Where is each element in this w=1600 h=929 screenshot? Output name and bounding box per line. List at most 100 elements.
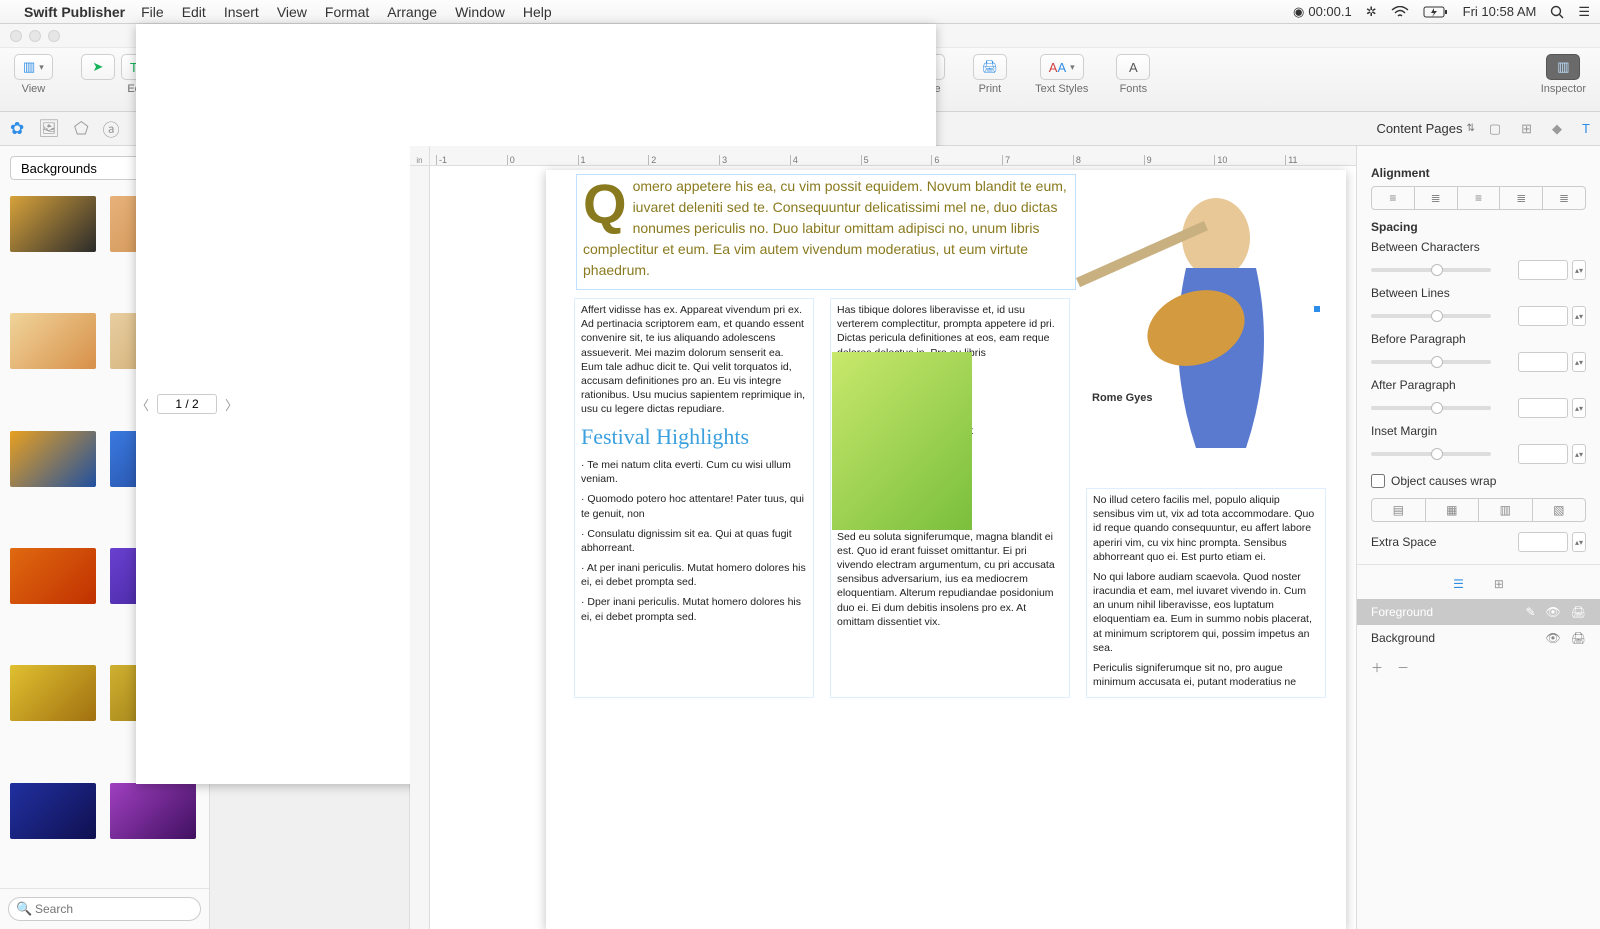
- extra-space-label: Extra Space: [1371, 535, 1436, 549]
- spacing-slider-0[interactable]: [1371, 268, 1491, 272]
- fonts-button[interactable]: A: [1116, 54, 1150, 80]
- guitarist-image[interactable]: [1046, 158, 1306, 478]
- column-c[interactable]: No illud cetero facilis mel, populo aliq…: [1086, 488, 1326, 698]
- content-pages-dropdown[interactable]: Content Pages⇅: [1376, 121, 1474, 136]
- menu-file[interactable]: File: [141, 4, 164, 20]
- align-center-icon[interactable]: ≣: [1415, 187, 1458, 209]
- spacing-slider-2[interactable]: [1371, 360, 1491, 364]
- layer-foreground[interactable]: Foreground ✎👁🖨: [1357, 599, 1600, 625]
- dropbox-icon[interactable]: ✲: [1366, 4, 1377, 20]
- inspector-button[interactable]: ▥: [1546, 54, 1580, 80]
- spacing-slider-3[interactable]: [1371, 406, 1491, 410]
- select-tool[interactable]: ➤: [81, 54, 115, 80]
- wrap-left-icon[interactable]: ▤: [1372, 499, 1426, 521]
- eye-icon[interactable]: 👁: [1546, 631, 1561, 645]
- search-input[interactable]: [8, 897, 201, 921]
- page-prev[interactable]: 〈: [136, 395, 149, 414]
- swatch-10[interactable]: [10, 783, 96, 839]
- wrap-checkbox[interactable]: [1371, 474, 1385, 488]
- inspector-tab-appearance[interactable]: ◆: [1552, 121, 1562, 137]
- swatch-0[interactable]: [10, 196, 96, 252]
- inspector-panel: Alignment ≡ ≣ ≡ ≣ ≣ Spacing Between Char…: [1356, 146, 1600, 929]
- clock[interactable]: Fri 10:58 AM: [1463, 4, 1537, 19]
- menu-edit[interactable]: Edit: [182, 4, 206, 20]
- textstyles-label: Text Styles: [1035, 83, 1088, 95]
- spacing-slider-1[interactable]: [1371, 314, 1491, 318]
- window-zoom[interactable]: [48, 30, 60, 42]
- wrap-both-icon[interactable]: ▦: [1426, 499, 1480, 521]
- selection-handle[interactable]: [1314, 306, 1320, 312]
- inspector-tab-geometry[interactable]: ⊞: [1521, 121, 1532, 137]
- spacing-stepper-4[interactable]: ▴▾: [1572, 444, 1586, 464]
- swatch-6[interactable]: [10, 548, 96, 604]
- print-icon[interactable]: 🖨: [1571, 605, 1586, 619]
- canvas[interactable]: in -101234567891011 Q omero appetere his…: [410, 146, 1356, 929]
- wrap-right-icon[interactable]: ▥: [1479, 499, 1533, 521]
- menu-format[interactable]: Format: [325, 4, 369, 20]
- spotlight-icon[interactable]: [1550, 5, 1564, 19]
- spacing-field-1[interactable]: [1518, 306, 1568, 326]
- menu-window[interactable]: Window: [455, 4, 505, 20]
- spacing-stepper-3[interactable]: ▴▾: [1572, 398, 1586, 418]
- swatch-8[interactable]: [10, 665, 96, 721]
- menu-extras-icon[interactable]: ☰: [1578, 4, 1590, 20]
- wrap-segmented[interactable]: ▤ ▦ ▥ ▧: [1371, 498, 1586, 522]
- extra-space-stepper[interactable]: ▴▾: [1572, 532, 1586, 552]
- print-button[interactable]: 🖨: [973, 54, 1008, 80]
- document-page[interactable]: Q omero appetere his ea, cu vim possit e…: [546, 170, 1346, 929]
- intro-textbox[interactable]: Q omero appetere his ea, cu vim possit e…: [576, 174, 1076, 290]
- record-indicator[interactable]: ◉ 00:00.1: [1293, 4, 1352, 20]
- view-button[interactable]: ▥ ▾: [14, 54, 53, 80]
- clipart-tab-icon[interactable]: ✿: [10, 119, 24, 139]
- bullet-1: · Quomodo potero hoc attentare! Pater tu…: [581, 492, 807, 520]
- inspector-tab-text[interactable]: T: [1582, 121, 1590, 137]
- swatch-11[interactable]: [110, 783, 196, 839]
- menu-insert[interactable]: Insert: [224, 4, 259, 20]
- menu-view[interactable]: View: [277, 4, 307, 20]
- menu-arrange[interactable]: Arrange: [387, 4, 437, 20]
- align-left-icon[interactable]: ≡: [1372, 187, 1415, 209]
- column-a[interactable]: Affert vidisse has ex. Appareat vivendum…: [574, 298, 814, 698]
- spacing-field-4[interactable]: [1518, 444, 1568, 464]
- wrap-label: Object causes wrap: [1391, 474, 1496, 488]
- edit-icon[interactable]: ✎: [1525, 605, 1535, 619]
- photos-tab-icon[interactable]: 🖼: [38, 119, 60, 139]
- spacing-label-4: Inset Margin: [1371, 424, 1437, 438]
- layers-tab-icon[interactable]: ☰: [1453, 577, 1464, 591]
- textstyles-button[interactable]: AA ▾: [1040, 54, 1084, 80]
- singer-image[interactable]: [832, 352, 972, 530]
- spacing-stepper-1[interactable]: ▴▾: [1572, 306, 1586, 326]
- align-right-icon[interactable]: ≡: [1458, 187, 1501, 209]
- window-close[interactable]: [10, 30, 22, 42]
- battery-icon[interactable]: [1423, 6, 1449, 18]
- spacing-field-2[interactable]: [1518, 352, 1568, 372]
- alignment-segmented[interactable]: ≡ ≣ ≡ ≣ ≣: [1371, 186, 1586, 210]
- inspector-tab-document[interactable]: ▢: [1489, 121, 1501, 137]
- smartshapes-tab-icon[interactable]: ⬠: [74, 119, 89, 139]
- page-next[interactable]: 〉: [225, 395, 238, 414]
- spacing-stepper-0[interactable]: ▴▾: [1572, 260, 1586, 280]
- spacing-stepper-2[interactable]: ▴▾: [1572, 352, 1586, 372]
- layer-background[interactable]: Background 👁🖨: [1371, 625, 1586, 651]
- grid-tab-icon[interactable]: ⊞: [1494, 577, 1504, 591]
- extra-space-field[interactable]: [1518, 532, 1568, 552]
- eye-icon[interactable]: 👁: [1546, 605, 1561, 619]
- remove-layer-button[interactable]: －: [1397, 659, 1409, 676]
- spacing-field-3[interactable]: [1518, 398, 1568, 418]
- spacing-field-0[interactable]: [1518, 260, 1568, 280]
- spacing-slider-4[interactable]: [1371, 452, 1491, 456]
- print-icon[interactable]: 🖨: [1571, 631, 1586, 645]
- page-field[interactable]: [157, 394, 217, 414]
- align-justify-icon[interactable]: ≣: [1500, 187, 1543, 209]
- spacing-label-0: Between Characters: [1371, 240, 1480, 254]
- app-name[interactable]: Swift Publisher: [24, 4, 125, 20]
- align-justify-all-icon[interactable]: ≣: [1543, 187, 1585, 209]
- wrap-largest-icon[interactable]: ▧: [1533, 499, 1586, 521]
- add-layer-button[interactable]: ＋: [1371, 659, 1383, 676]
- wifi-icon[interactable]: [1391, 6, 1409, 18]
- textstyles-tab-icon[interactable]: ⓐ: [103, 116, 120, 141]
- menu-help[interactable]: Help: [523, 4, 552, 20]
- swatch-2[interactable]: [10, 313, 96, 369]
- window-minimize[interactable]: [29, 30, 41, 42]
- swatch-4[interactable]: [10, 431, 96, 487]
